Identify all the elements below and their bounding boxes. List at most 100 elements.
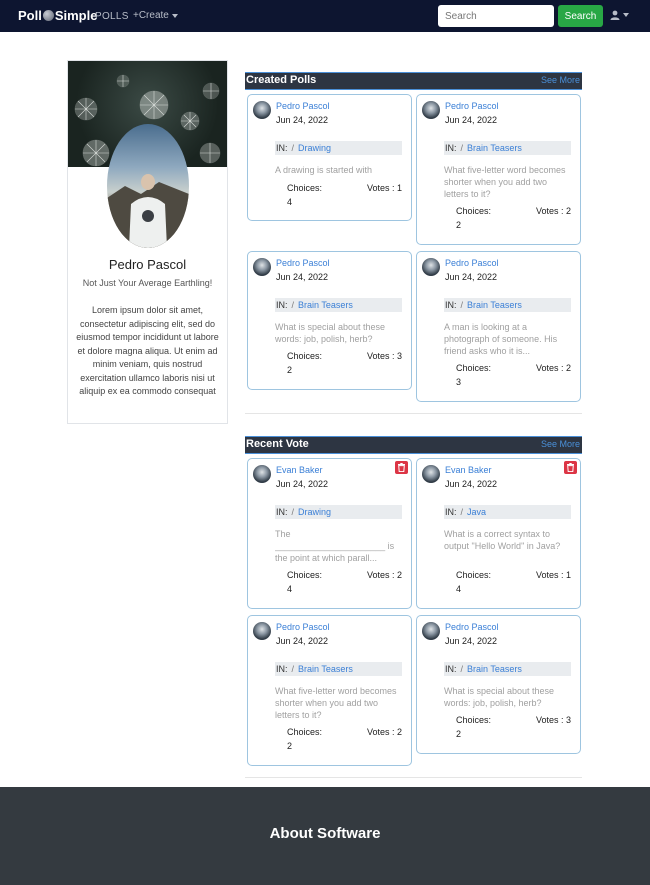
poll-date: Jun 24, 2022 [276,272,329,282]
poll-question[interactable]: What five-letter word becomes shorter wh… [444,164,571,200]
choices-count: 4 [287,197,293,207]
poll-author-link[interactable]: Pedro Pascol [276,622,330,632]
votes-count: Votes : 2 [535,206,571,216]
caret-down-icon [171,13,178,18]
author-avatar [253,101,271,119]
poll-author-link[interactable]: Pedro Pascol [445,258,499,268]
choices-count: 2 [456,729,462,739]
votes-count: Votes : 1 [535,570,571,580]
poll-date: Jun 24, 2022 [276,479,329,489]
nav-create-label: +Create [133,10,169,21]
profile-avatar [107,124,189,248]
author-avatar [253,465,271,483]
breadcrumb-separator: / [460,143,464,153]
profile-bio: Lorem ipsum dolor sit amet, consectetur … [76,305,219,396]
poll-question[interactable]: What is special about these words: job, … [275,321,402,345]
votes-count: Votes : 3 [535,715,571,725]
choices-count: 2 [456,220,462,230]
poll-card[interactable]: Pedro Pascol Jun 24, 2022 IN: / Brain Teas… [247,251,412,390]
breadcrumb-separator: / [291,143,295,153]
vote-card[interactable]: Evan Baker Jun 24, 2022 IN: / Drawing The … [247,458,412,609]
author-avatar [422,465,440,483]
choices-count: 4 [287,584,293,594]
poll-category-row: IN: / Brain Teasers [275,298,402,312]
in-label: IN: [445,300,457,310]
poll-category-link[interactable]: Brain Teasers [298,664,353,674]
poll-question[interactable]: What is a correct syntax to output "Hell… [444,528,571,552]
votes-count: Votes : 2 [366,727,402,737]
poll-question[interactable]: A man is looking at a photograph of some… [444,321,571,357]
recent-vote-see-more-link[interactable]: See More [541,439,580,449]
poll-category-link[interactable]: Drawing [298,507,331,517]
author-avatar [253,258,271,276]
in-label: IN: [276,143,288,153]
votes-count: Votes : 2 [535,363,571,373]
poll-author-link[interactable]: Pedro Pascol [445,101,499,111]
choices-count: 4 [456,584,462,594]
breadcrumb-separator: / [460,300,464,310]
poll-date: Jun 24, 2022 [445,479,498,489]
choices-label: Choices: [287,351,323,361]
choices-label: Choices: [287,183,323,193]
poll-category-link[interactable]: Drawing [298,143,331,153]
user-icon [610,10,620,20]
poll-category-link[interactable]: Brain Teasers [467,143,522,153]
profile-card: Pedro Pascol Not Just Your Average Earth… [67,60,228,424]
poll-date: Jun 24, 2022 [445,115,498,125]
poll-question[interactable]: The ______________________ is the point … [275,528,402,564]
poll-card[interactable]: Pedro Pascol Jun 24, 2022 IN: / Drawing A … [247,94,412,221]
recent-vote-title: Recent Vote [246,438,309,450]
choices-label: Choices: [456,363,492,373]
in-label: IN: [445,507,457,517]
poll-category-row: IN: / Drawing [275,505,402,519]
created-polls-title: Created Polls [246,74,317,86]
poll-category-row: IN: / Drawing [275,141,402,155]
choices-count: 2 [287,741,293,751]
poll-author-link[interactable]: Evan Baker [445,465,492,475]
vote-card[interactable]: Pedro Pascol Jun 24, 2022 IN: / Brain Teas… [416,615,581,754]
user-menu-dropdown[interactable] [610,10,629,20]
poll-category-row: IN: / Java [444,505,571,519]
poll-category-link[interactable]: Brain Teasers [467,300,522,310]
breadcrumb-separator: / [291,300,295,310]
poll-card[interactable]: Pedro Pascol Jun 24, 2022 IN: / Brain Teas… [416,94,581,245]
poll-question[interactable]: What is special about these words: job, … [444,685,571,709]
poll-category-link[interactable]: Brain Teasers [467,664,522,674]
votes-count: Votes : 3 [366,351,402,361]
poll-category-row: IN: / Brain Teasers [275,662,402,676]
search-button[interactable]: Search [558,5,603,27]
brand-logo[interactable]: Poll Simple [18,8,97,23]
poll-question[interactable]: A drawing is started with [275,164,402,176]
poll-question[interactable]: What five-letter word becomes shorter wh… [275,685,402,721]
poll-category-link[interactable]: Java [467,507,486,517]
in-label: IN: [445,143,457,153]
breadcrumb-separator: / [291,507,295,517]
poll-author-link[interactable]: Pedro Pascol [445,622,499,632]
poll-category-link[interactable]: Brain Teasers [298,300,353,310]
profile-tagline: Not Just Your Average Earthling! [82,278,213,288]
trash-icon[interactable] [395,461,408,474]
trash-icon[interactable] [564,461,577,474]
vote-card[interactable]: Evan Baker Jun 24, 2022 IN: / Java What is… [416,458,581,609]
caret-down-icon [623,13,629,17]
breadcrumb-separator: / [460,664,464,674]
author-avatar [253,622,271,640]
poll-author-link[interactable]: Pedro Pascol [276,101,330,111]
poll-author-link[interactable]: Pedro Pascol [276,258,330,268]
profile-name: Pedro Pascol [108,257,187,272]
votes-count: Votes : 2 [366,570,402,580]
votes-count: Votes : 1 [366,183,402,193]
nav-create-dropdown[interactable]: +Create [133,10,178,21]
nav-polls-link[interactable]: POLLS [95,11,129,22]
poll-author-link[interactable]: Evan Baker [276,465,323,475]
poll-card[interactable]: Pedro Pascol Jun 24, 2022 IN: / Brain Teas… [416,251,581,402]
navbar: Poll Simple POLLS +Create Search [0,0,650,32]
poll-category-row: IN: / Brain Teasers [444,298,571,312]
search-input[interactable] [438,5,554,27]
choices-label: Choices: [456,715,492,725]
created-polls-see-more-link[interactable]: See More [541,75,580,85]
vote-card[interactable]: Pedro Pascol Jun 24, 2022 IN: / Brain Teas… [247,615,412,766]
choices-label: Choices: [287,727,323,737]
choices-label: Choices: [287,570,323,580]
choices-label: Choices: [456,570,492,580]
